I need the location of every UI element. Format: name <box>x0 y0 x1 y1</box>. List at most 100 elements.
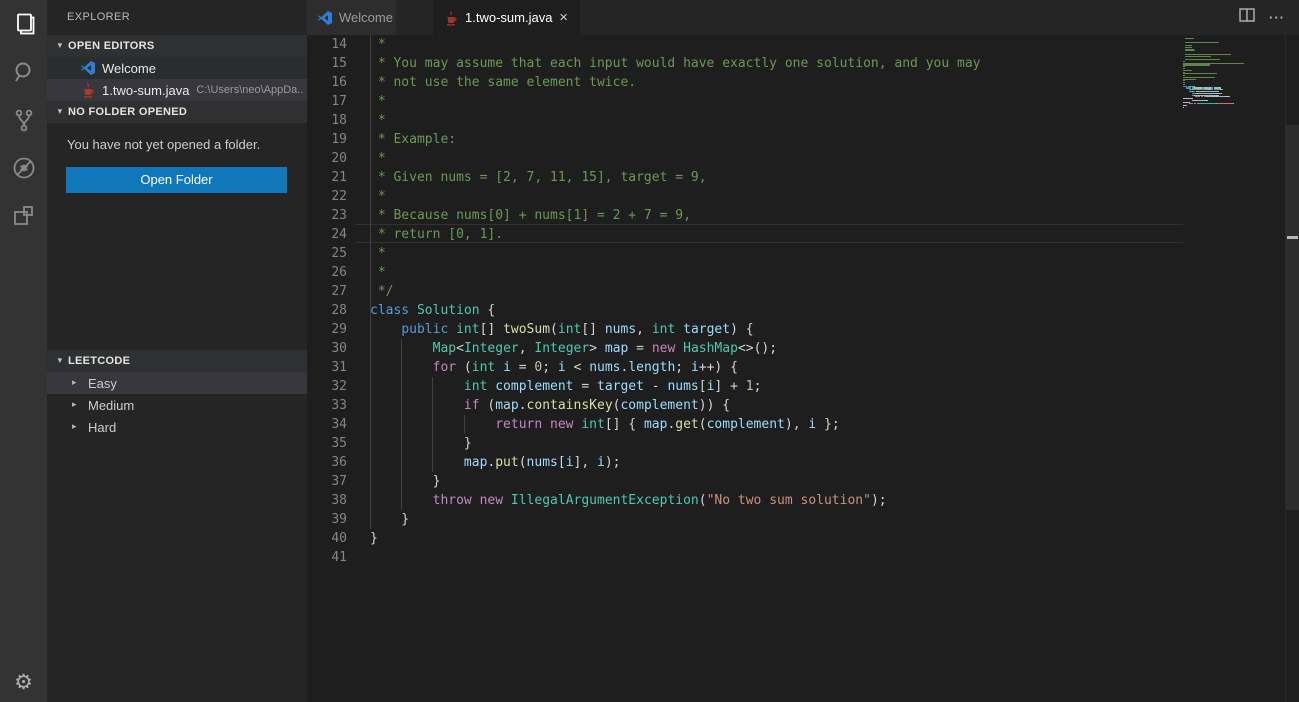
line-number: 41 <box>307 548 347 567</box>
tab-bar: Welcome 1.two-sum.java × <box>307 0 1299 35</box>
code-line[interactable]: * <box>370 35 1183 54</box>
line-number: 31 <box>307 358 347 377</box>
line-number: 21 <box>307 168 347 187</box>
line-number: 15 <box>307 54 347 73</box>
open-editor-label: Welcome <box>102 61 156 76</box>
code-line[interactable]: for (int i = 0; i < nums.length; i++) { <box>370 358 1183 377</box>
line-number: 22 <box>307 187 347 206</box>
tab-two-sum-java[interactable]: 1.two-sum.java × <box>433 0 580 35</box>
code-line[interactable]: * not use the same element twice. <box>370 73 1183 92</box>
code-line[interactable]: } <box>370 434 1183 453</box>
code-line[interactable]: } <box>370 472 1183 491</box>
line-number: 28 <box>307 301 347 320</box>
code-line[interactable]: * Given nums = [2, 7, 11, 15], target = … <box>370 168 1183 187</box>
extensions-view-button[interactable] <box>0 192 47 240</box>
section-label: OPEN EDITORS <box>68 40 155 52</box>
vscode-icon <box>317 10 333 26</box>
scrollbar-slider[interactable] <box>1286 125 1299 510</box>
no-folder-section-header[interactable]: ▾ NO FOLDER OPENED <box>47 101 307 123</box>
gear-icon: ⚙ <box>14 672 33 693</box>
code-line[interactable]: * <box>370 92 1183 111</box>
code-editor[interactable]: 1415161718192021222324252627282930313233… <box>307 35 1299 702</box>
line-number: 35 <box>307 434 347 453</box>
source-control-view-button[interactable] <box>0 96 47 144</box>
line-number: 34 <box>307 415 347 434</box>
minimap[interactable] <box>1183 35 1285 702</box>
extensions-icon <box>11 203 37 229</box>
code-line[interactable]: return new int[] { map.get(complement), … <box>370 415 1183 434</box>
code-line[interactable]: } <box>370 529 1183 548</box>
chevron-right-icon: ▸ <box>72 378 88 388</box>
code-line[interactable]: * You may assume that each input would h… <box>370 54 1183 73</box>
search-view-button[interactable] <box>0 48 47 96</box>
editor-group: Welcome 1.two-sum.java × <box>307 0 1299 702</box>
line-number: 18 <box>307 111 347 130</box>
line-number: 17 <box>307 92 347 111</box>
line-number: 29 <box>307 320 347 339</box>
code-line[interactable]: if (map.containsKey(complement)) { <box>370 396 1183 415</box>
close-icon[interactable]: × <box>557 10 570 25</box>
editor-actions: ··· <box>1239 0 1299 35</box>
code-line[interactable]: * Example: <box>370 130 1183 149</box>
vertical-scrollbar[interactable] <box>1285 35 1299 702</box>
leetcode-section-header[interactable]: ▾ LEETCODE <box>47 350 307 372</box>
activity-bar: ⚙ <box>0 0 47 702</box>
code-line[interactable]: class Solution { <box>370 301 1183 320</box>
line-number: 24 <box>307 225 347 244</box>
line-number: 20 <box>307 149 347 168</box>
code-line[interactable]: * return [0, 1]. <box>370 225 1183 244</box>
code-content[interactable]: * * You may assume that each input would… <box>355 35 1183 567</box>
open-editor-item-welcome[interactable]: Welcome <box>47 57 307 79</box>
split-editor-icon <box>1239 8 1255 27</box>
open-editor-item-two-sum[interactable]: 1.two-sum.java C:\Users\neo\AppDa.. <box>47 79 307 101</box>
files-icon <box>11 11 37 37</box>
line-number-gutter: 1415161718192021222324252627282930313233… <box>307 35 355 567</box>
tab-label: Welcome <box>339 10 393 25</box>
line-number: 23 <box>307 206 347 225</box>
more-actions-button[interactable]: ··· <box>1269 11 1285 24</box>
code-line[interactable]: * <box>370 149 1183 168</box>
open-editors-section-header[interactable]: ▾ OPEN EDITORS <box>47 35 307 57</box>
vscode-window: ⚙ EXPLORER ▾ OPEN EDITORS Welcome <box>0 0 1299 702</box>
code-line[interactable]: * Because nums[0] + nums[1] = 2 + 7 = 9, <box>370 206 1183 225</box>
code-line[interactable]: int complement = target - nums[i] + 1; <box>370 377 1183 396</box>
settings-button[interactable]: ⚙ <box>0 668 47 696</box>
line-number: 38 <box>307 491 347 510</box>
debug-view-button[interactable] <box>0 144 47 192</box>
sidebar-title: EXPLORER <box>47 0 307 35</box>
section-expanded-icon: ▾ <box>52 41 68 51</box>
open-folder-button[interactable]: Open Folder <box>66 167 287 193</box>
line-number: 16 <box>307 73 347 92</box>
code-line[interactable]: * <box>370 263 1183 282</box>
search-icon <box>11 59 37 85</box>
tab-label: 1.two-sum.java <box>465 10 552 25</box>
code-line[interactable]: map.put(nums[i], i); <box>370 453 1183 472</box>
leetcode-item-medium[interactable]: ▸ Medium <box>47 394 307 416</box>
line-number: 33 <box>307 396 347 415</box>
section-label: LEETCODE <box>68 355 130 367</box>
section-expanded-icon: ▾ <box>52 356 68 366</box>
section-label: NO FOLDER OPENED <box>68 106 187 118</box>
leetcode-item-hard[interactable]: ▸ Hard <box>47 416 307 438</box>
code-line[interactable]: throw new IllegalArgumentException("No t… <box>370 491 1183 510</box>
tree-item-label: Easy <box>88 376 117 391</box>
explorer-view-button[interactable] <box>0 0 47 48</box>
tab-gap <box>396 0 433 35</box>
code-line[interactable]: * <box>370 111 1183 130</box>
code-line[interactable]: */ <box>370 282 1183 301</box>
tree-item-label: Medium <box>88 398 134 413</box>
code-line[interactable]: } <box>370 510 1183 529</box>
split-editor-button[interactable] <box>1239 8 1255 27</box>
code-line[interactable]: Map<Integer, Integer> map = new HashMap<… <box>370 339 1183 358</box>
tab-welcome[interactable]: Welcome <box>307 0 396 35</box>
code-line[interactable]: * <box>370 187 1183 206</box>
java-icon <box>80 82 96 98</box>
line-number: 39 <box>307 510 347 529</box>
chevron-right-icon: ▸ <box>72 422 88 432</box>
code-line[interactable]: public int[] twoSum(int[] nums, int targ… <box>370 320 1183 339</box>
code-line[interactable] <box>370 548 1183 567</box>
line-number: 32 <box>307 377 347 396</box>
java-icon <box>443 10 459 26</box>
code-line[interactable]: * <box>370 244 1183 263</box>
leetcode-item-easy[interactable]: ▸ Easy <box>47 372 307 394</box>
